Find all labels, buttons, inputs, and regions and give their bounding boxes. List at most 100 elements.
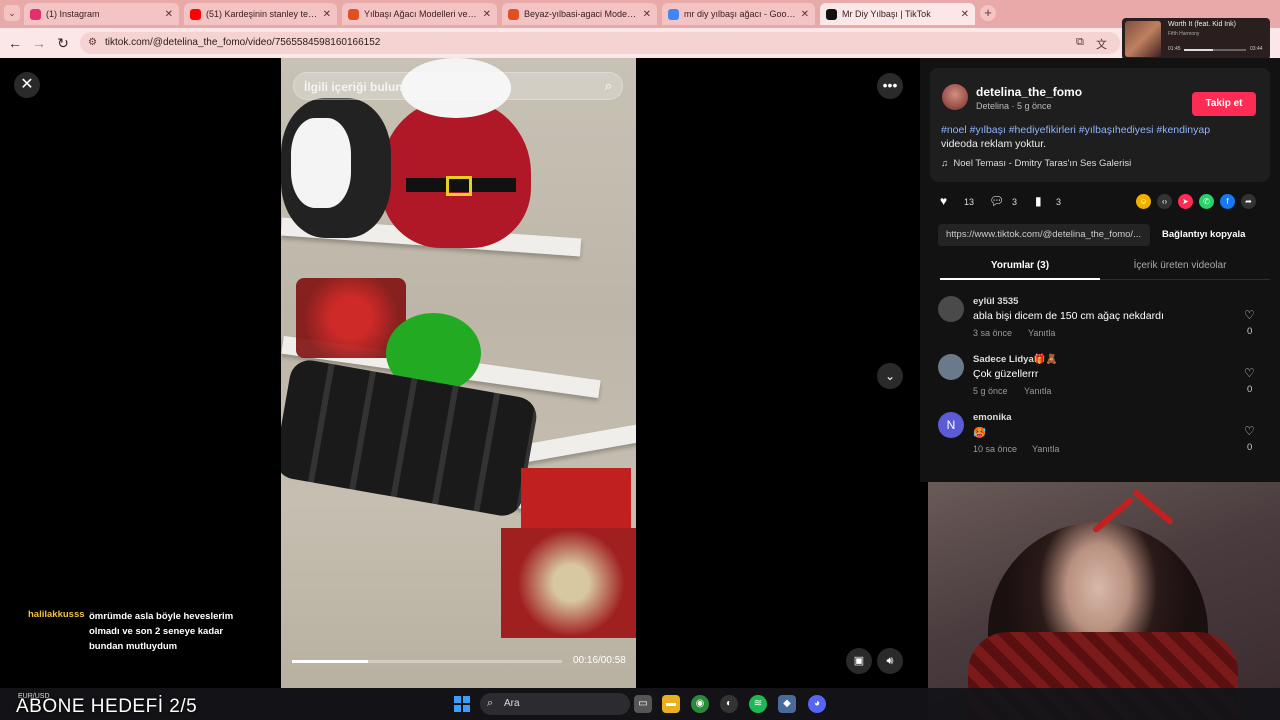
reply-button[interactable]: Yanıtla bbox=[1028, 328, 1055, 338]
browser-tab[interactable]: Yılbaşı Ağacı Modelleri ve Yılbaşı ✕ bbox=[342, 3, 497, 25]
browser-tab[interactable]: (1) Instagram ✕ bbox=[24, 3, 179, 25]
close-tab-icon[interactable]: ✕ bbox=[323, 9, 331, 20]
tab-favicon-icon bbox=[826, 8, 837, 20]
tab-favicon-icon bbox=[190, 8, 201, 20]
post-username[interactable]: detelina_the_fomo bbox=[976, 85, 1082, 99]
bookmark-icon[interactable]: ▮ bbox=[1035, 194, 1042, 208]
share-icon[interactable]: ➦ bbox=[1241, 194, 1256, 209]
heart-icon[interactable]: ♡ bbox=[1244, 366, 1255, 380]
song-title: Worth It (feat. Kid Ink) bbox=[1168, 21, 1236, 28]
heart-icon[interactable]: ♡ bbox=[1244, 308, 1255, 322]
next-video-button[interactable]: ⌄ bbox=[877, 363, 903, 389]
heart-icon[interactable]: ♡ bbox=[1244, 424, 1255, 438]
video-player[interactable]: İlgili içeriği bulun ⌕ 00:16/00:58 bbox=[281, 58, 636, 688]
more-options-button[interactable]: ••• bbox=[877, 73, 903, 99]
video-progress-bar[interactable] bbox=[292, 660, 562, 663]
comment-username[interactable]: Sadece Lidya🎁🧸 bbox=[973, 354, 1057, 365]
comment-username[interactable]: emonika bbox=[973, 412, 1012, 423]
forward-icon[interactable]: → bbox=[30, 34, 48, 52]
comment-time: 3 sa önce bbox=[973, 328, 1013, 338]
post-info-card: detelina_the_fomo Detelina · 5 g önce Ta… bbox=[930, 68, 1270, 182]
search-placeholder: İlgili içeriği bulun bbox=[304, 80, 403, 94]
post-music[interactable]: ♫ Noel Teması - Dmitry Taras'ın Ses Gale… bbox=[941, 158, 1131, 169]
windows-start-icon[interactable] bbox=[454, 696, 470, 712]
media-player-widget[interactable]: Worth It (feat. Kid Ink) Fifth Harmony 0… bbox=[1122, 18, 1270, 60]
close-button[interactable]: ✕ bbox=[14, 72, 40, 98]
comment-icon[interactable]: 💬︎ bbox=[989, 194, 1004, 208]
close-tab-icon[interactable]: ✕ bbox=[643, 9, 651, 20]
search-icon[interactable]: ⌕ bbox=[605, 78, 612, 94]
browser-tab[interactable]: Beyaz-yılbasi-agaci Modelleri, Fi ✕ bbox=[502, 3, 657, 25]
facebook-icon[interactable]: f bbox=[1220, 194, 1235, 209]
song-progress[interactable] bbox=[1184, 49, 1246, 51]
avatar[interactable]: N bbox=[938, 412, 964, 438]
follow-button[interactable]: Takip et bbox=[1192, 92, 1256, 116]
comment-item: Sadece Lidya🎁🧸 Çok güzellerrr 5 g önce Yanı… bbox=[938, 354, 1268, 410]
send-icon[interactable]: ➤ bbox=[1178, 194, 1193, 209]
related-search-bar[interactable]: İlgili içeriği bulun ⌕ bbox=[293, 72, 623, 100]
video-time: 00:16/00:58 bbox=[573, 655, 626, 666]
reload-icon[interactable]: ↻ bbox=[54, 34, 72, 52]
discord-icon[interactable]: ◕ bbox=[808, 695, 826, 713]
tab-title: Yılbaşı Ağacı Modelleri ve Yılbaşı bbox=[364, 9, 478, 19]
tab-comments[interactable]: Yorumlar (3) bbox=[940, 260, 1100, 271]
post-hashtags[interactable]: #noel #yılbaşı #hediyefikirleri #yılbaşı… bbox=[941, 124, 1261, 136]
taskbar-search[interactable]: ⌕ Ara bbox=[480, 693, 630, 715]
copy-link-button[interactable]: Bağlantıyı kopyala bbox=[1162, 229, 1245, 240]
translate-icon[interactable]: 文 bbox=[1096, 36, 1107, 52]
whatsapp-icon[interactable]: ✆ bbox=[1199, 194, 1214, 209]
comment-item: Nemonika 🥵 10 sa önce Yanıtla ♡ 0 bbox=[938, 412, 1268, 468]
post-side-panel: detelina_the_fomo Detelina · 5 g önce Ta… bbox=[920, 58, 1280, 482]
song-artist: Fifth Harmony bbox=[1168, 31, 1200, 37]
address-bar[interactable]: ⚙ tiktok.com/@detelina_the_fomo/video/75… bbox=[80, 32, 1120, 54]
coin-icon[interactable]: ☺ bbox=[1136, 194, 1151, 209]
webcam-overlay bbox=[928, 482, 1280, 720]
comment-like-count: 0 bbox=[1247, 442, 1253, 453]
file-explorer-icon[interactable]: ▬ bbox=[662, 695, 680, 713]
obs-icon[interactable]: ◐ bbox=[720, 695, 738, 713]
comment-username[interactable]: eylül 3535 bbox=[973, 296, 1018, 307]
install-icon[interactable]: ⧉ bbox=[1076, 36, 1084, 49]
avatar[interactable] bbox=[938, 354, 964, 380]
tab-search-icon[interactable]: ⌄ bbox=[4, 5, 20, 21]
tab-title: Mr Diy Yılbaşı | TikTok bbox=[842, 9, 931, 19]
album-art bbox=[1125, 21, 1161, 57]
close-tab-icon[interactable]: ✕ bbox=[165, 9, 173, 20]
comment-like-count: 0 bbox=[1247, 326, 1253, 337]
chrome-icon[interactable]: ◉ bbox=[691, 695, 709, 713]
like-count: 13 bbox=[964, 197, 975, 207]
spotify-icon[interactable]: ≋ bbox=[749, 695, 767, 713]
task-view-icon[interactable]: ▭ bbox=[634, 695, 652, 713]
chat-text: ömrümde asla böyle heveslerim olmadı ve … bbox=[89, 611, 234, 652]
song-total: 03:44 bbox=[1250, 46, 1263, 52]
like-icon[interactable]: ♥ bbox=[940, 194, 947, 208]
chat-username: halilakkusss bbox=[28, 609, 85, 620]
back-icon[interactable]: ← bbox=[6, 34, 24, 52]
browser-tab[interactable]: (51) Kardeşinin stanley termosu ✕ bbox=[184, 3, 337, 25]
reply-button[interactable]: Yanıtla bbox=[1024, 386, 1051, 396]
comment-count: 3 bbox=[1012, 197, 1018, 207]
embed-icon[interactable]: ‹› bbox=[1157, 194, 1172, 209]
site-info-icon[interactable]: ⚙ bbox=[88, 37, 100, 49]
screen: ⌄ (1) Instagram ✕ (51) Kardeşinin stanley … bbox=[0, 0, 1280, 720]
close-tab-icon[interactable]: ✕ bbox=[801, 9, 809, 20]
song-elapsed: 01:45 bbox=[1168, 46, 1181, 52]
post-link[interactable]: https://www.tiktok.com/@detelina_the_fom… bbox=[938, 224, 1150, 246]
tab-favicon-icon bbox=[668, 8, 679, 20]
app-icon[interactable]: ◆ bbox=[778, 695, 796, 713]
browser-toolbar: ← → ↻ ⚙ tiktok.com/@detelina_the_fomo/vi… bbox=[0, 28, 1280, 58]
new-tab-button[interactable]: + bbox=[980, 5, 996, 21]
volume-icon[interactable]: 🔊︎ bbox=[877, 648, 903, 674]
browser-tab[interactable]: Mr Diy Yılbaşı | TikTok ✕ bbox=[820, 3, 975, 25]
browser-tab-bar: ⌄ (1) Instagram ✕ (51) Kardeşinin stanley … bbox=[0, 0, 1280, 28]
pip-icon[interactable]: ▣ bbox=[846, 648, 872, 674]
comment-tabs: Yorumlar (3) İçerik üreten videolar bbox=[940, 256, 1270, 280]
close-tab-icon[interactable]: ✕ bbox=[961, 9, 969, 20]
avatar[interactable] bbox=[942, 84, 968, 110]
reply-button[interactable]: Yanıtla bbox=[1032, 444, 1059, 454]
browser-tab[interactable]: mr diy yılbaşı ağacı - Google'da A ✕ bbox=[662, 3, 815, 25]
tab-creator-videos[interactable]: İçerik üreten videolar bbox=[1100, 260, 1260, 271]
url-text: tiktok.com/@detelina_the_fomo/video/7565… bbox=[105, 37, 381, 48]
close-tab-icon[interactable]: ✕ bbox=[483, 9, 491, 20]
avatar[interactable] bbox=[938, 296, 964, 322]
